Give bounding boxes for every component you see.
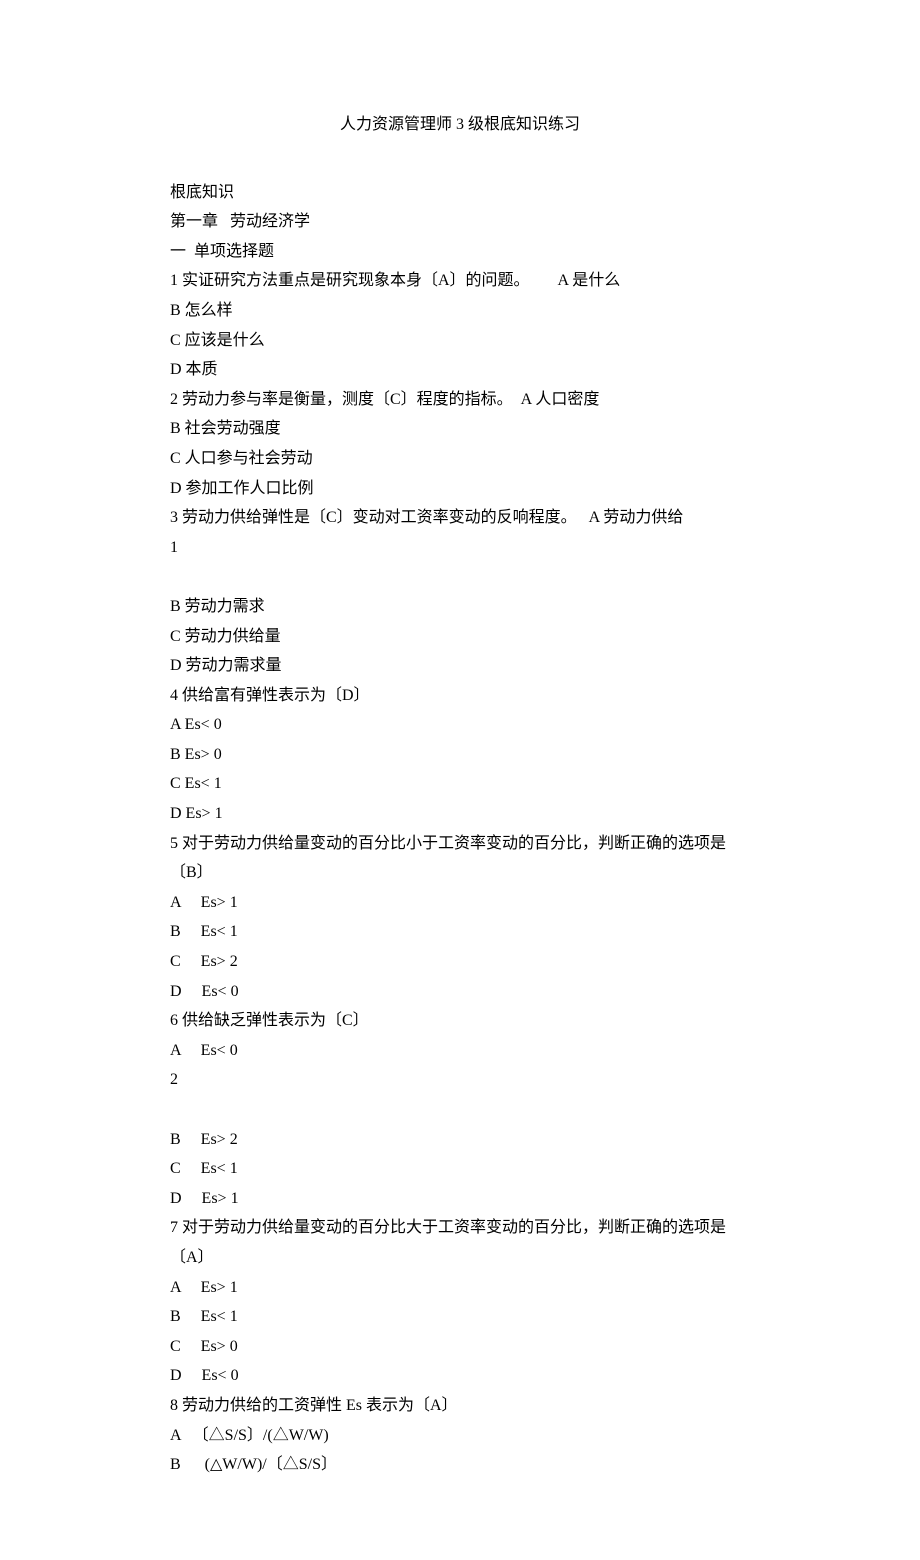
blank-line xyxy=(170,562,750,592)
blank-line xyxy=(170,1095,750,1125)
text-line: C 人口参与社会劳动 xyxy=(170,444,750,474)
text-line: 5 对于劳动力供给量变动的百分比小于工资率变动的百分比，判断正确的选项是〔B〕 xyxy=(170,829,750,888)
text-line: 8 劳动力供给的工资弹性 Es 表示为〔A〕 xyxy=(170,1391,750,1421)
text-line: C Es> 0 xyxy=(170,1332,750,1362)
text-line: 6 供给缺乏弹性表示为〔C〕 xyxy=(170,1006,750,1036)
text-line: 1 实证研究方法重点是研究现象本身〔A〕的问题。 A 是什么 xyxy=(170,266,750,296)
text-line: A Es< 0 xyxy=(170,1036,750,1066)
document-body: 根底知识第一章 劳动经济学一 单项选择题1 实证研究方法重点是研究现象本身〔A〕… xyxy=(170,178,750,1480)
text-line: 7 对于劳动力供给量变动的百分比大于工资率变动的百分比，判断正确的选项是〔A〕 xyxy=(170,1213,750,1272)
text-line: B Es> 0 xyxy=(170,740,750,770)
text-line: B Es> 2 xyxy=(170,1125,750,1155)
text-line: D 本质 xyxy=(170,355,750,385)
text-line: A Es> 1 xyxy=(170,888,750,918)
text-line: C Es< 1 xyxy=(170,1154,750,1184)
text-line: D Es< 0 xyxy=(170,1361,750,1391)
text-line: B Es< 1 xyxy=(170,917,750,947)
text-line: 2 xyxy=(170,1065,750,1095)
text-line: B 劳动力需求 xyxy=(170,592,750,622)
text-line: D Es< 0 xyxy=(170,977,750,1007)
text-line: 4 供给富有弹性表示为〔D〕 xyxy=(170,681,750,711)
text-line: 第一章 劳动经济学 xyxy=(170,207,750,237)
text-line: 根底知识 xyxy=(170,178,750,208)
text-line: C 劳动力供给量 xyxy=(170,622,750,652)
text-line: A Es< 0 xyxy=(170,710,750,740)
text-line: D 参加工作人口比例 xyxy=(170,474,750,504)
text-line: A 〔△S/S〕/(△W/W) xyxy=(170,1421,750,1451)
text-line: D 劳动力需求量 xyxy=(170,651,750,681)
text-line: A Es> 1 xyxy=(170,1273,750,1303)
text-line: B 社会劳动强度 xyxy=(170,414,750,444)
text-line: 1 xyxy=(170,533,750,563)
text-line: 一 单项选择题 xyxy=(170,237,750,267)
text-line: C Es< 1 xyxy=(170,769,750,799)
text-line: D Es> 1 xyxy=(170,1184,750,1214)
text-line: C Es> 2 xyxy=(170,947,750,977)
text-line: B Es< 1 xyxy=(170,1302,750,1332)
text-line: D Es> 1 xyxy=(170,799,750,829)
text-line: C 应该是什么 xyxy=(170,326,750,356)
text-line: B (△W/W)/〔△S/S〕 xyxy=(170,1450,750,1480)
text-line: B 怎么样 xyxy=(170,296,750,326)
text-line: 3 劳动力供给弹性是〔C〕变动对工资率变动的反响程度。 A 劳动力供给 xyxy=(170,503,750,533)
text-line: 2 劳动力参与率是衡量，测度〔C〕程度的指标。 A 人口密度 xyxy=(170,385,750,415)
document-title: 人力资源管理师 3 级根底知识练习 xyxy=(170,110,750,140)
